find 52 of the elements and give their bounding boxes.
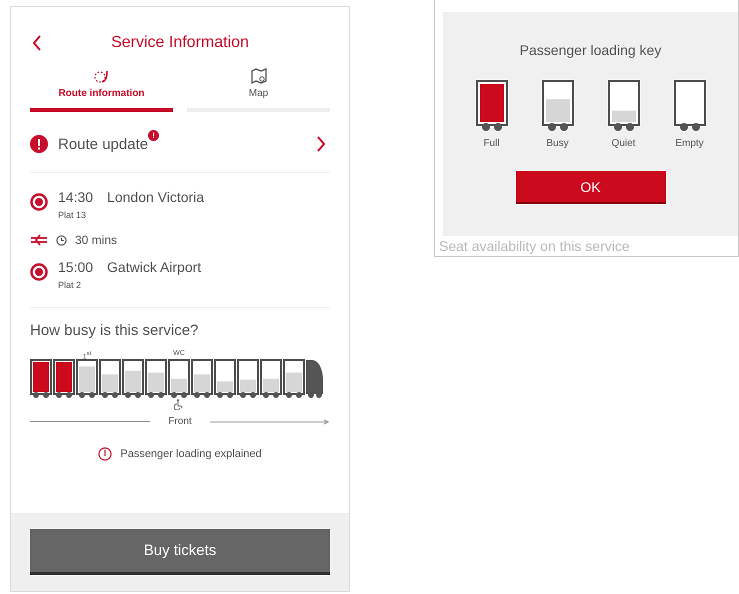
key-label: Quiet [612, 138, 636, 149]
chevron-right-icon [317, 136, 326, 152]
carriage-icon [608, 80, 640, 132]
clock-icon [56, 234, 67, 246]
key-label: Full [483, 138, 500, 149]
carriage-icon [674, 80, 706, 132]
tab[interactable]: Route information [30, 67, 173, 112]
carriage-icon [260, 359, 282, 399]
route-update-label: Route update [58, 136, 148, 152]
carriage-icon [191, 359, 213, 399]
buy-tickets-button[interactable]: Buy tickets [30, 529, 330, 575]
map-icon [250, 67, 268, 85]
carriage-icon [53, 359, 75, 399]
notification-badge: ! [148, 130, 160, 141]
route-update-row[interactable]: Route update ! [30, 116, 330, 173]
key-label: Empty [675, 138, 704, 149]
info-icon [98, 447, 112, 461]
stop-marker-icon [30, 263, 48, 281]
station-name: London Victoria [107, 189, 204, 205]
carriage-icon [76, 359, 98, 399]
loading-info-link[interactable]: Passenger loading explained [30, 447, 330, 461]
carriage-icon [145, 359, 167, 399]
carriage-icon [542, 80, 574, 132]
departure-time: 14:30 [58, 189, 94, 205]
rail-icon [30, 234, 48, 246]
dialog-title: Passenger loading key [520, 42, 662, 58]
locomotive-icon [306, 359, 324, 399]
ok-button[interactable]: OK [516, 171, 666, 204]
arrow-icon [210, 418, 330, 424]
stop-marker-icon [30, 193, 48, 211]
key-label: Busy [546, 138, 569, 149]
station-name: Gatwick Airport [107, 259, 202, 275]
alert-icon [30, 135, 48, 153]
departure-time: 15:00 [58, 259, 94, 275]
background-text: Seat availability on this service [439, 238, 630, 254]
journey-duration: 30 mins [75, 233, 118, 247]
tab[interactable]: Map [187, 67, 330, 112]
section-heading: How busy is this service? [30, 322, 200, 339]
back-icon[interactable] [32, 35, 42, 51]
direction-label: Front [168, 416, 192, 427]
carriage-icon [476, 80, 508, 132]
platform-label: Plat 13 [58, 210, 86, 220]
carriage-icon [99, 359, 121, 399]
carriage-icon [122, 359, 144, 399]
carriage-icon [30, 359, 52, 399]
link-text: Passenger loading explained [120, 448, 262, 460]
carriage-icon [168, 359, 190, 399]
carriage-icon [214, 359, 236, 399]
carriage-icon [237, 359, 259, 399]
platform-label: Plat 2 [58, 280, 82, 290]
carriage-icon [283, 359, 305, 399]
screen-title: Service Information [111, 34, 249, 52]
